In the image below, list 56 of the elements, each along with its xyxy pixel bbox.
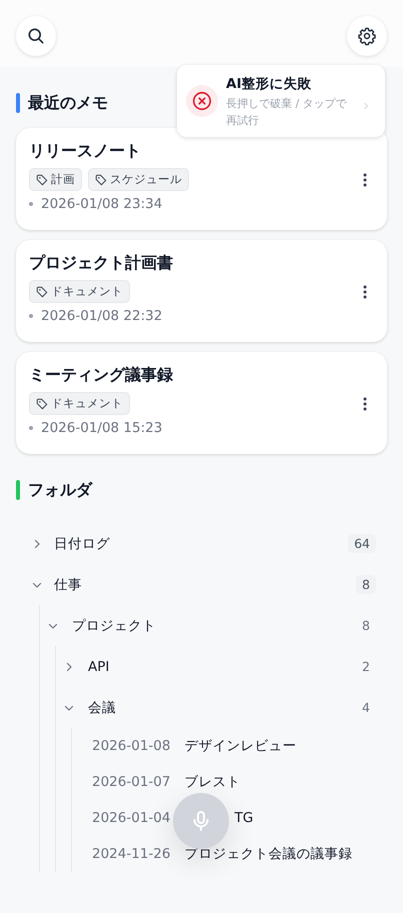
memo-title: リリースノート: [29, 140, 142, 162]
note-title: デザインレビュー: [184, 737, 296, 755]
folder-row[interactable]: 仕事 8: [24, 564, 376, 605]
more-icon: [363, 172, 367, 186]
folder-row[interactable]: API 2: [56, 646, 376, 687]
folder-row[interactable]: プロジェクト 8: [40, 605, 376, 646]
note-date: 2024-11-26: [92, 846, 170, 862]
item-count: 4: [361, 699, 371, 717]
note-date: 2026-01-08: [92, 738, 170, 754]
memo-title: ミーティング議事録: [29, 364, 174, 386]
memo-timestamp: 2026-01/08 15:23: [41, 420, 162, 436]
note-row[interactable]: 2026-01-08 デザインレビュー: [72, 728, 376, 764]
search-button[interactable]: [16, 16, 56, 56]
note-date: 2026-01-04: [92, 810, 170, 826]
tag-chip[interactable]: ドキュメント: [29, 392, 130, 415]
memo-card[interactable]: ミーティング議事録 ドキュメント 2026-01/08 15:23: [16, 352, 387, 454]
section-heading: 最近のメモ: [28, 92, 108, 114]
settings-icon: [357, 26, 377, 46]
settings-button[interactable]: [347, 16, 387, 56]
note-row[interactable]: 2026-01-04 TG: [72, 800, 376, 836]
folder-name: 会議: [88, 698, 117, 716]
folder-name: プロジェクト: [72, 616, 157, 634]
section-heading: フォルダ: [28, 480, 92, 500]
item-count: 64: [348, 534, 376, 553]
tag-icon: [36, 174, 48, 186]
tag-chip[interactable]: ドキュメント: [29, 280, 130, 303]
tag-chip[interactable]: 計画: [29, 168, 82, 191]
item-count: 8: [356, 575, 376, 594]
toast-title: AI整形に失敗: [226, 75, 312, 93]
tag-icon: [36, 398, 48, 410]
tag-icon: [36, 286, 48, 298]
memo-title: プロジェクト計画書: [29, 252, 174, 274]
note-row[interactable]: 2026-01-07 ブレスト: [72, 764, 376, 800]
search-icon: [26, 26, 46, 46]
toast-message: 長押しで破棄 / タップで再試行: [226, 96, 348, 129]
folder-row[interactable]: 会議 4: [56, 687, 376, 728]
tag-chip[interactable]: スケジュール: [88, 168, 189, 191]
error-toast[interactable]: AI整形に失敗 長押しで破棄 / タップで再試行: [177, 65, 385, 137]
memo-timestamp: 2026-01/08 22:32: [41, 308, 162, 324]
folder-name: 仕事: [54, 576, 83, 594]
tag-icon: [95, 174, 107, 186]
folder-name: 日付ログ: [54, 534, 111, 552]
folder-name: API: [88, 658, 110, 674]
note-title: ブレスト: [184, 773, 240, 791]
chevron-icon: [362, 102, 370, 110]
memo-timestamp: 2026-01/08 23:34: [41, 196, 162, 212]
more-icon: [363, 396, 367, 410]
item-count: 2: [361, 658, 371, 676]
more-icon: [363, 284, 367, 298]
note-title: TG: [234, 810, 254, 826]
memo-card[interactable]: リリースノート 計画 スケジュール 2026-01/08 23:34: [16, 128, 387, 230]
memo-card[interactable]: プロジェクト計画書 ドキュメント 2026-01/08 22:32: [16, 240, 387, 342]
error-icon: [186, 85, 218, 117]
folder-row[interactable]: 日付ログ 64: [24, 523, 376, 564]
item-count: 8: [361, 617, 371, 635]
note-date: 2026-01-07: [92, 774, 170, 790]
